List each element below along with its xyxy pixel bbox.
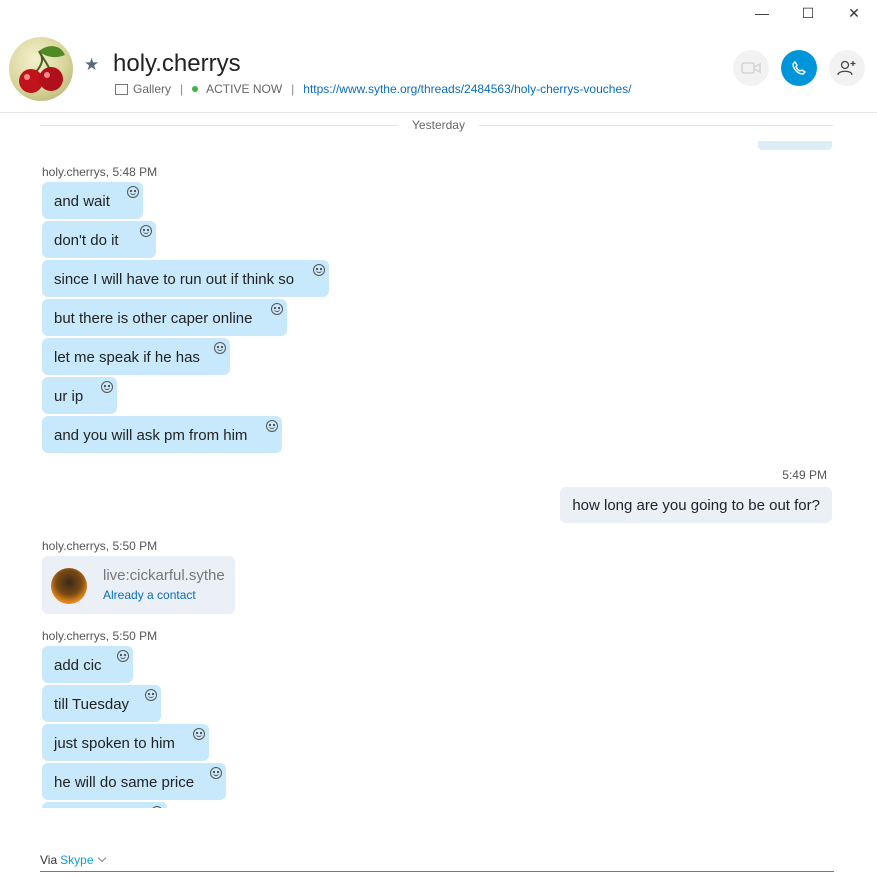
- chat-scroll-clip: [0, 808, 877, 848]
- emoji-reaction-icon[interactable]: [101, 381, 113, 393]
- message-sender: holy.cherrys, 5:50 PM: [42, 629, 158, 643]
- emoji-reaction-icon[interactable]: [266, 420, 278, 432]
- message-bubble[interactable]: let me speak if he has: [42, 338, 230, 375]
- day-divider: Yesterday: [0, 118, 877, 132]
- message-bubble[interactable]: since I will have to run out if think so: [42, 260, 329, 297]
- header-divider: [0, 112, 877, 113]
- message-bubble[interactable]: but there is other caper online: [42, 299, 287, 336]
- maximize-button[interactable]: ☐: [785, 0, 831, 26]
- cherry-icon: [19, 46, 65, 93]
- emoji-reaction-icon[interactable]: [127, 186, 139, 198]
- chevron-down-icon: [97, 853, 106, 863]
- active-status-dot: [192, 86, 199, 92]
- contact-name: holy.cherrys: [113, 50, 241, 77]
- message-bubble[interactable]: and you will ask pm from him: [42, 416, 282, 453]
- contact-avatar[interactable]: [9, 37, 73, 101]
- shared-contact-avatar: [51, 568, 87, 604]
- outgoing-message-bubble[interactable]: how long are you going to be out for?: [560, 487, 832, 523]
- via-service[interactable]: Skype: [60, 853, 93, 867]
- shared-contact-name: live:cickarful.sythe: [103, 567, 225, 584]
- send-via-selector[interactable]: Via Skype: [40, 853, 106, 867]
- add-person-icon: [837, 60, 856, 76]
- emoji-reaction-icon[interactable]: [210, 767, 222, 779]
- video-call-button[interactable]: [733, 50, 769, 86]
- video-camera-icon: [741, 62, 761, 74]
- mood-link[interactable]: https://www.sythe.org/threads/2484563/ho…: [303, 82, 631, 96]
- phone-icon: [792, 60, 807, 75]
- message-bubble[interactable]: ur ip: [42, 377, 117, 414]
- close-button[interactable]: ✕: [831, 0, 877, 26]
- shared-contact-card[interactable]: live:cickarful.sythe Already a contact: [42, 556, 235, 614]
- gallery-link[interactable]: Gallery: [133, 82, 171, 96]
- message-bubble[interactable]: add cic: [42, 646, 133, 683]
- message-bubble-partial: [758, 141, 832, 150]
- add-people-button[interactable]: [829, 50, 865, 86]
- emoji-reaction-icon[interactable]: [145, 689, 157, 701]
- emoji-reaction-icon[interactable]: [214, 342, 226, 354]
- gallery-icon: [115, 83, 128, 95]
- minimize-button[interactable]: —: [739, 0, 785, 26]
- message-sender: holy.cherrys, 5:50 PM: [42, 539, 158, 553]
- shared-contact-status[interactable]: Already a contact: [103, 588, 196, 602]
- emoji-reaction-icon[interactable]: [140, 225, 152, 237]
- contact-subline: Gallery | ACTIVE NOW | https://www.sythe…: [115, 82, 631, 96]
- message-bubble[interactable]: don't do it: [42, 221, 156, 258]
- message-timestamp: 5:49 PM: [782, 468, 827, 482]
- compose-underline: [40, 871, 834, 872]
- status-text: ACTIVE NOW: [206, 82, 283, 96]
- emoji-reaction-icon[interactable]: [193, 728, 205, 740]
- separator: |: [180, 82, 184, 96]
- favorite-star-icon[interactable]: ★: [84, 55, 99, 75]
- emoji-reaction-icon[interactable]: [117, 650, 129, 662]
- audio-call-button[interactable]: [781, 50, 817, 86]
- emoji-reaction-icon[interactable]: [271, 303, 283, 315]
- emoji-reaction-icon[interactable]: [313, 264, 325, 276]
- message-sender: holy.cherrys, 5:48 PM: [42, 165, 158, 179]
- message-bubble[interactable]: and wait: [42, 182, 143, 219]
- message-bubble[interactable]: till Tuesday: [42, 685, 161, 722]
- message-bubble[interactable]: he will do same price: [42, 763, 226, 800]
- window-controls: — ☐ ✕: [739, 0, 877, 26]
- separator: |: [291, 82, 295, 96]
- message-bubble[interactable]: just spoken to him: [42, 724, 209, 761]
